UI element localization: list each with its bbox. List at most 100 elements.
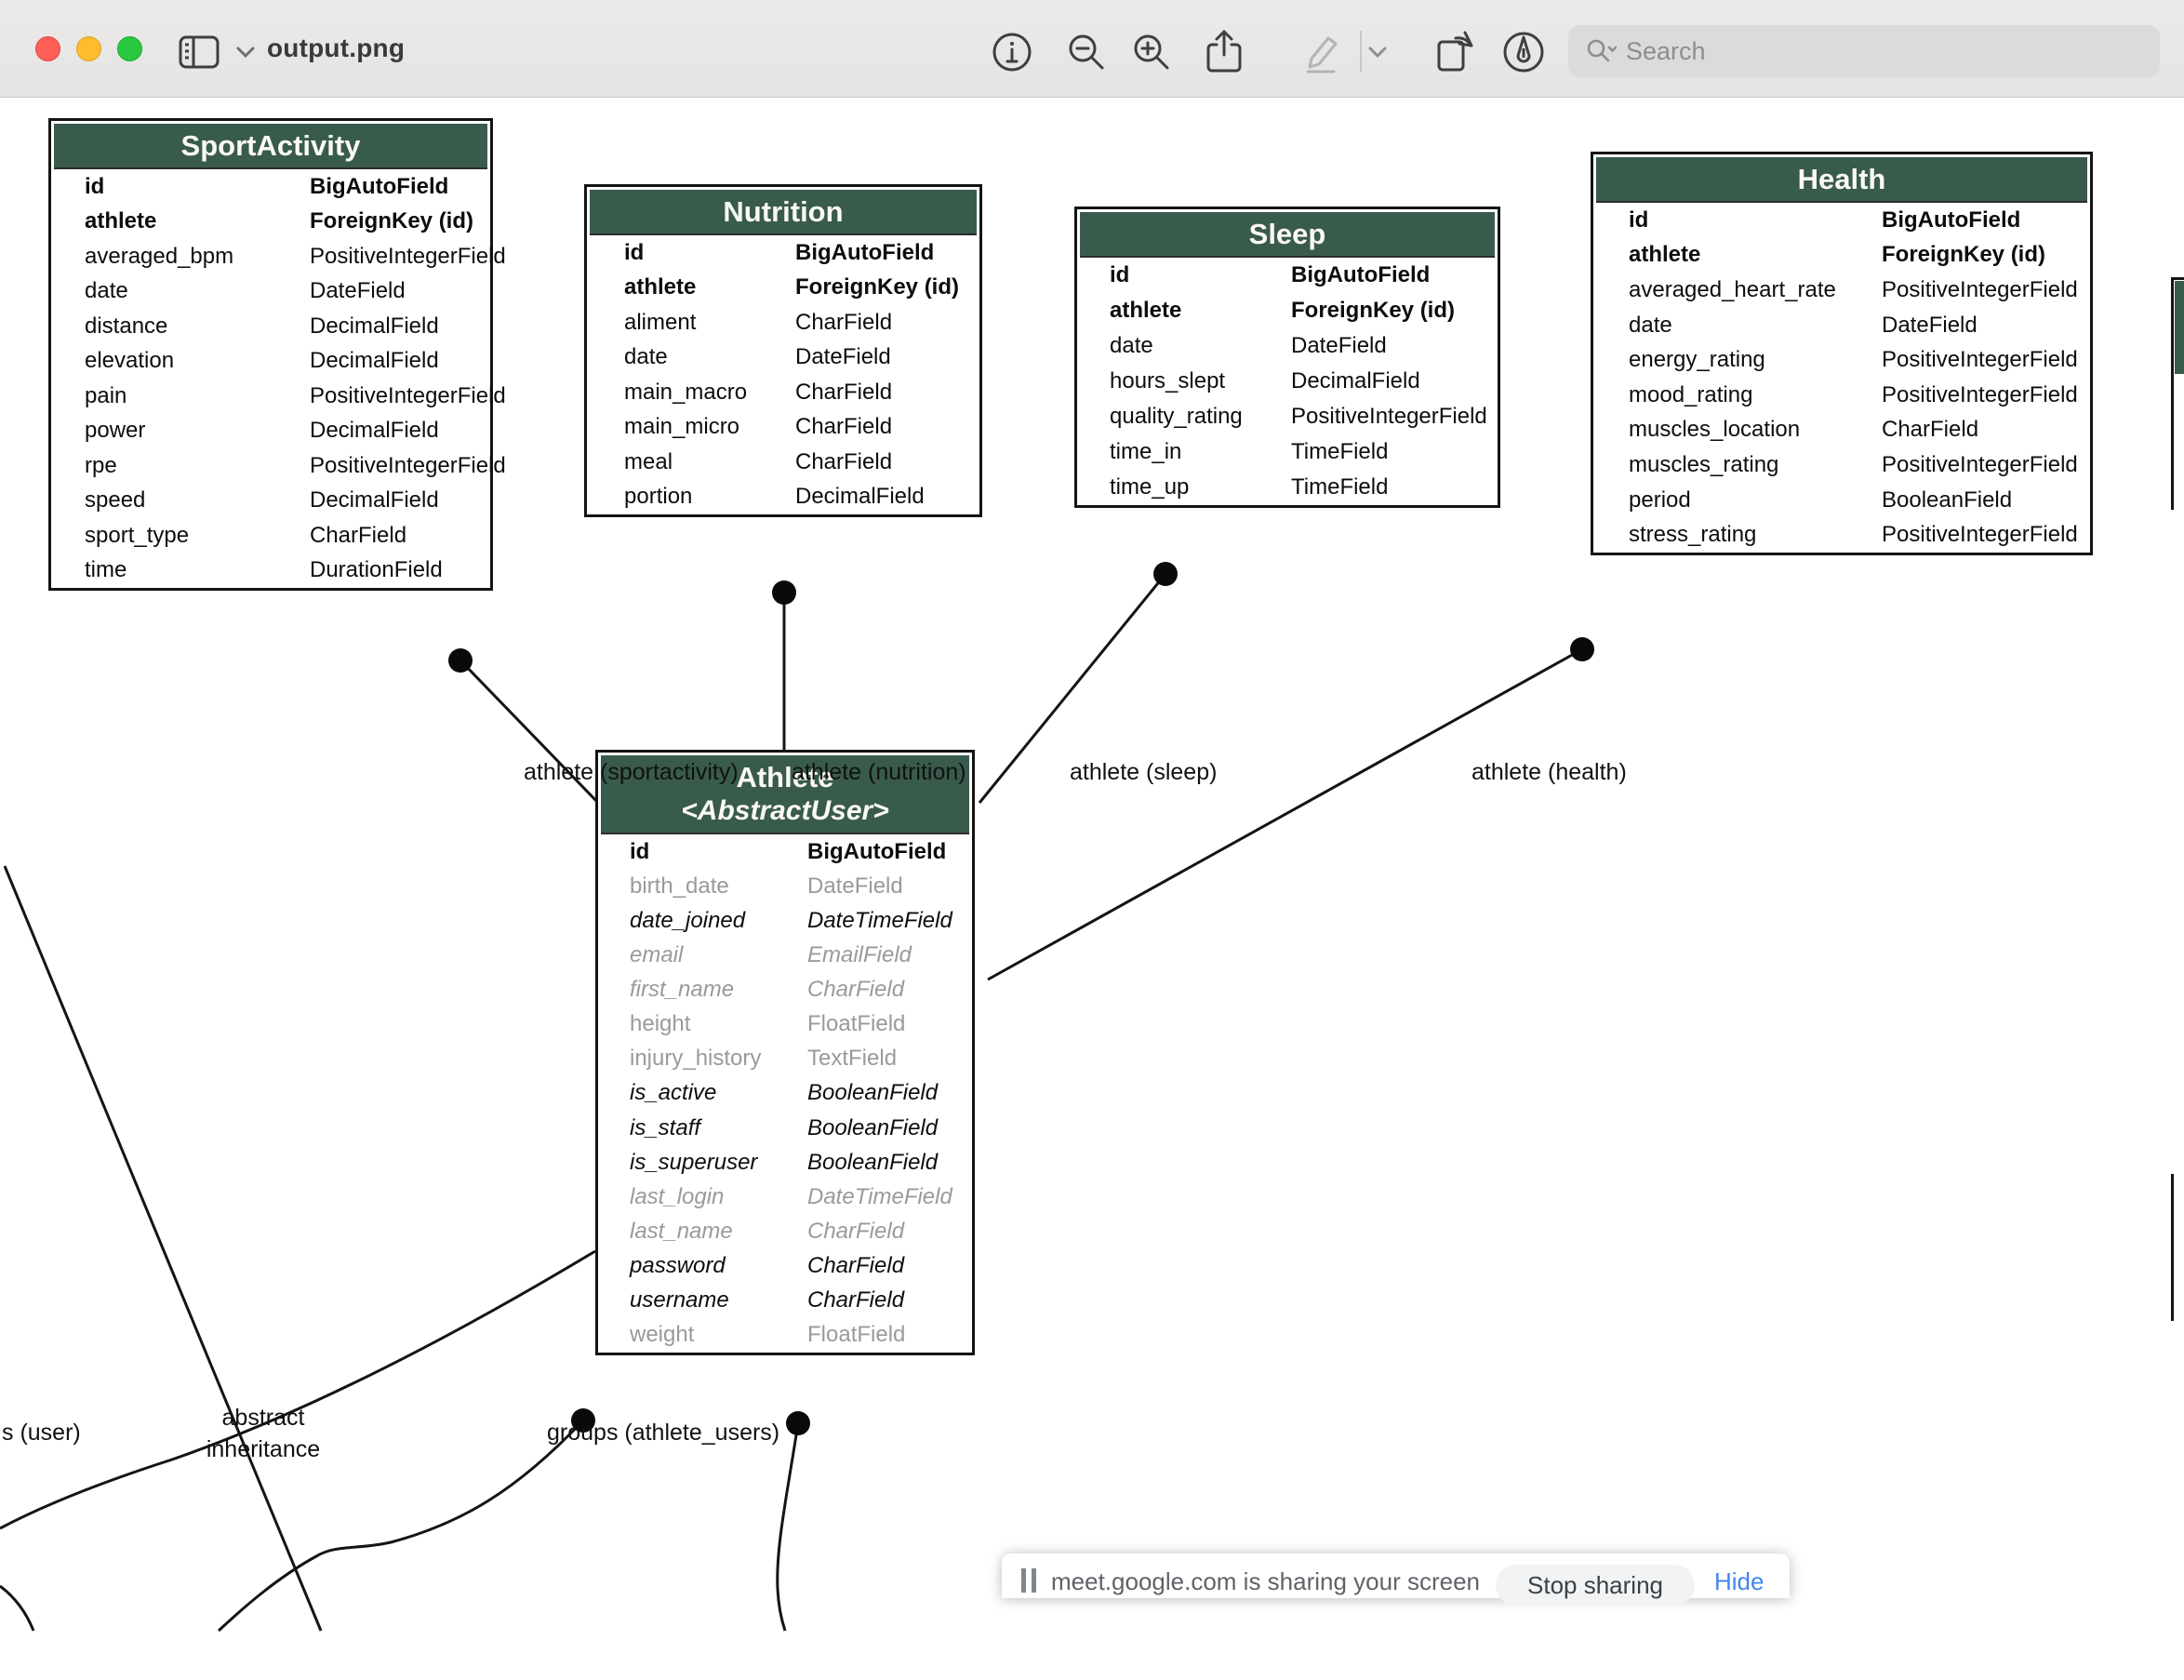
table-row: quality_ratingPositiveIntegerField	[1077, 399, 1498, 434]
field-name: first_name	[630, 977, 807, 1003]
field-name: username	[630, 1287, 807, 1313]
title-chevron-down-icon[interactable]	[221, 28, 270, 76]
entity-table-health: HealthidBigAutoField athleteForeignKey (i…	[1591, 152, 2093, 555]
field-type: DecimalField	[310, 313, 439, 340]
field-name: power	[85, 418, 310, 444]
table-row: athleteForeignKey (id)	[1077, 293, 1498, 328]
table-row: idBigAutoField	[1593, 203, 2090, 238]
field-type: PositiveIntegerField	[1291, 404, 1487, 430]
field-type: DateField	[1882, 313, 1978, 339]
field-type: CharField	[807, 1219, 904, 1245]
minimize-button[interactable]	[76, 36, 101, 61]
table-header: Sleep	[1080, 212, 1495, 258]
rotate-button[interactable]	[1431, 28, 1479, 76]
field-name: is_active	[630, 1080, 807, 1106]
table-row: dateDateField	[1077, 328, 1498, 364]
field-type: BigAutoField	[1291, 262, 1430, 288]
table-row: muscles_locationCharField	[1593, 413, 2090, 448]
field-type: PositiveIntegerField	[1882, 382, 2078, 408]
edge-label-groups: groups (athlete_users)	[547, 1420, 779, 1447]
window-titlebar: output.png	[0, 0, 2184, 98]
table-row: painPositiveIntegerField	[51, 379, 490, 414]
table-row: heightFloatField	[598, 1007, 972, 1042]
field-type: CharField	[807, 1287, 904, 1313]
table-row: mealCharField	[587, 445, 979, 480]
edge-label-user: s (user)	[2, 1420, 81, 1447]
fullscreen-button[interactable]	[117, 36, 142, 61]
field-name: id	[85, 174, 310, 200]
table-title: Nutrition	[723, 194, 843, 229]
field-name: aliment	[624, 310, 795, 336]
zoom-in-button[interactable]	[1127, 28, 1176, 76]
table-row: first_nameCharField	[598, 973, 972, 1007]
field-name: athlete	[85, 208, 310, 234]
relation-dot	[448, 648, 473, 673]
field-type: ForeignKey (id)	[1882, 242, 2045, 268]
field-type: ForeignKey (id)	[310, 208, 473, 234]
table-row: last_loginDateTimeField	[598, 1180, 972, 1214]
search-placeholder: Search	[1626, 37, 1706, 66]
sidebar-toggle-icon[interactable]	[175, 28, 223, 76]
table-row: rpePositiveIntegerField	[51, 448, 490, 484]
field-type: TimeField	[1291, 439, 1388, 465]
stop-sharing-button[interactable]: Stop sharing	[1496, 1565, 1695, 1606]
hide-link[interactable]: Hide	[1714, 1567, 1764, 1596]
offscreen-table-border-top	[2171, 277, 2184, 280]
field-name: date_joined	[630, 908, 807, 934]
table-row: stress_ratingPositiveIntegerField	[1593, 517, 2090, 553]
table-row: birth_dateDateField	[598, 869, 972, 903]
preview-window: output.png	[0, 0, 2184, 1581]
field-type: BigAutoField	[795, 240, 934, 266]
field-name: date	[1110, 333, 1291, 359]
diagram-canvas: SportActivityidBigAutoFieldathleteForeig…	[0, 99, 2184, 1581]
field-type: DateField	[795, 344, 891, 370]
table-row: idBigAutoField	[598, 834, 972, 869]
field-name: sport_type	[85, 523, 310, 549]
edge-label-abstract-inheritance: abstract inheritance	[184, 1403, 342, 1466]
field-type: TimeField	[1291, 474, 1388, 500]
table-row: dateDateField	[1593, 308, 2090, 343]
share-button[interactable]	[1200, 28, 1248, 76]
table-row: powerDecimalField	[51, 414, 490, 449]
table-row: time_upTimeField	[1077, 470, 1498, 505]
pause-sharing-icon[interactable]	[1021, 1568, 1042, 1596]
table-row: energy_ratingPositiveIntegerField	[1593, 342, 2090, 378]
field-type: CharField	[807, 977, 904, 1003]
search-input[interactable]: Search	[1568, 25, 2160, 77]
edge-user	[0, 1251, 595, 1528]
field-name: athlete	[624, 274, 795, 300]
field-name: time_in	[1110, 439, 1291, 465]
field-type: DecimalField	[310, 348, 439, 374]
field-name: height	[630, 1011, 807, 1037]
table-header: Health	[1596, 157, 2087, 203]
field-type: CharField	[795, 380, 892, 406]
field-name: elevation	[85, 348, 310, 374]
field-name: averaged_heart_rate	[1629, 277, 1882, 303]
table-row: main_macroCharField	[587, 375, 979, 410]
table-row: main_microCharField	[587, 410, 979, 446]
table-row: hours_sleptDecimalField	[1077, 364, 1498, 399]
field-name: is_superuser	[630, 1150, 807, 1176]
markup-chevron-down-icon[interactable]	[1353, 28, 1402, 76]
field-name: last_name	[630, 1219, 807, 1245]
markup-toolbar-button[interactable]	[1499, 28, 1548, 76]
close-button[interactable]	[35, 36, 60, 61]
window-title: output.png	[267, 33, 405, 63]
edge-athlete-health	[988, 649, 1582, 980]
edge-label-sportactivity: athlete (sportactivity)	[524, 759, 739, 786]
field-name: main_macro	[624, 380, 795, 406]
field-type: TextField	[807, 1046, 897, 1072]
field-name: muscles_rating	[1629, 452, 1882, 478]
field-name: weight	[630, 1322, 807, 1348]
field-type: PositiveIntegerField	[1882, 347, 2078, 373]
field-name: date	[1629, 313, 1882, 339]
table-subtitle: <AbstractUser>	[681, 794, 888, 828]
field-type: CharField	[310, 523, 406, 549]
field-name: last_login	[630, 1184, 807, 1210]
table-row: averaged_heart_ratePositiveIntegerField	[1593, 273, 2090, 308]
field-name: muscles_location	[1629, 417, 1882, 443]
field-name: password	[630, 1253, 807, 1279]
zoom-out-button[interactable]	[1062, 28, 1111, 76]
info-button[interactable]	[988, 28, 1036, 76]
field-name: athlete	[1629, 242, 1882, 268]
